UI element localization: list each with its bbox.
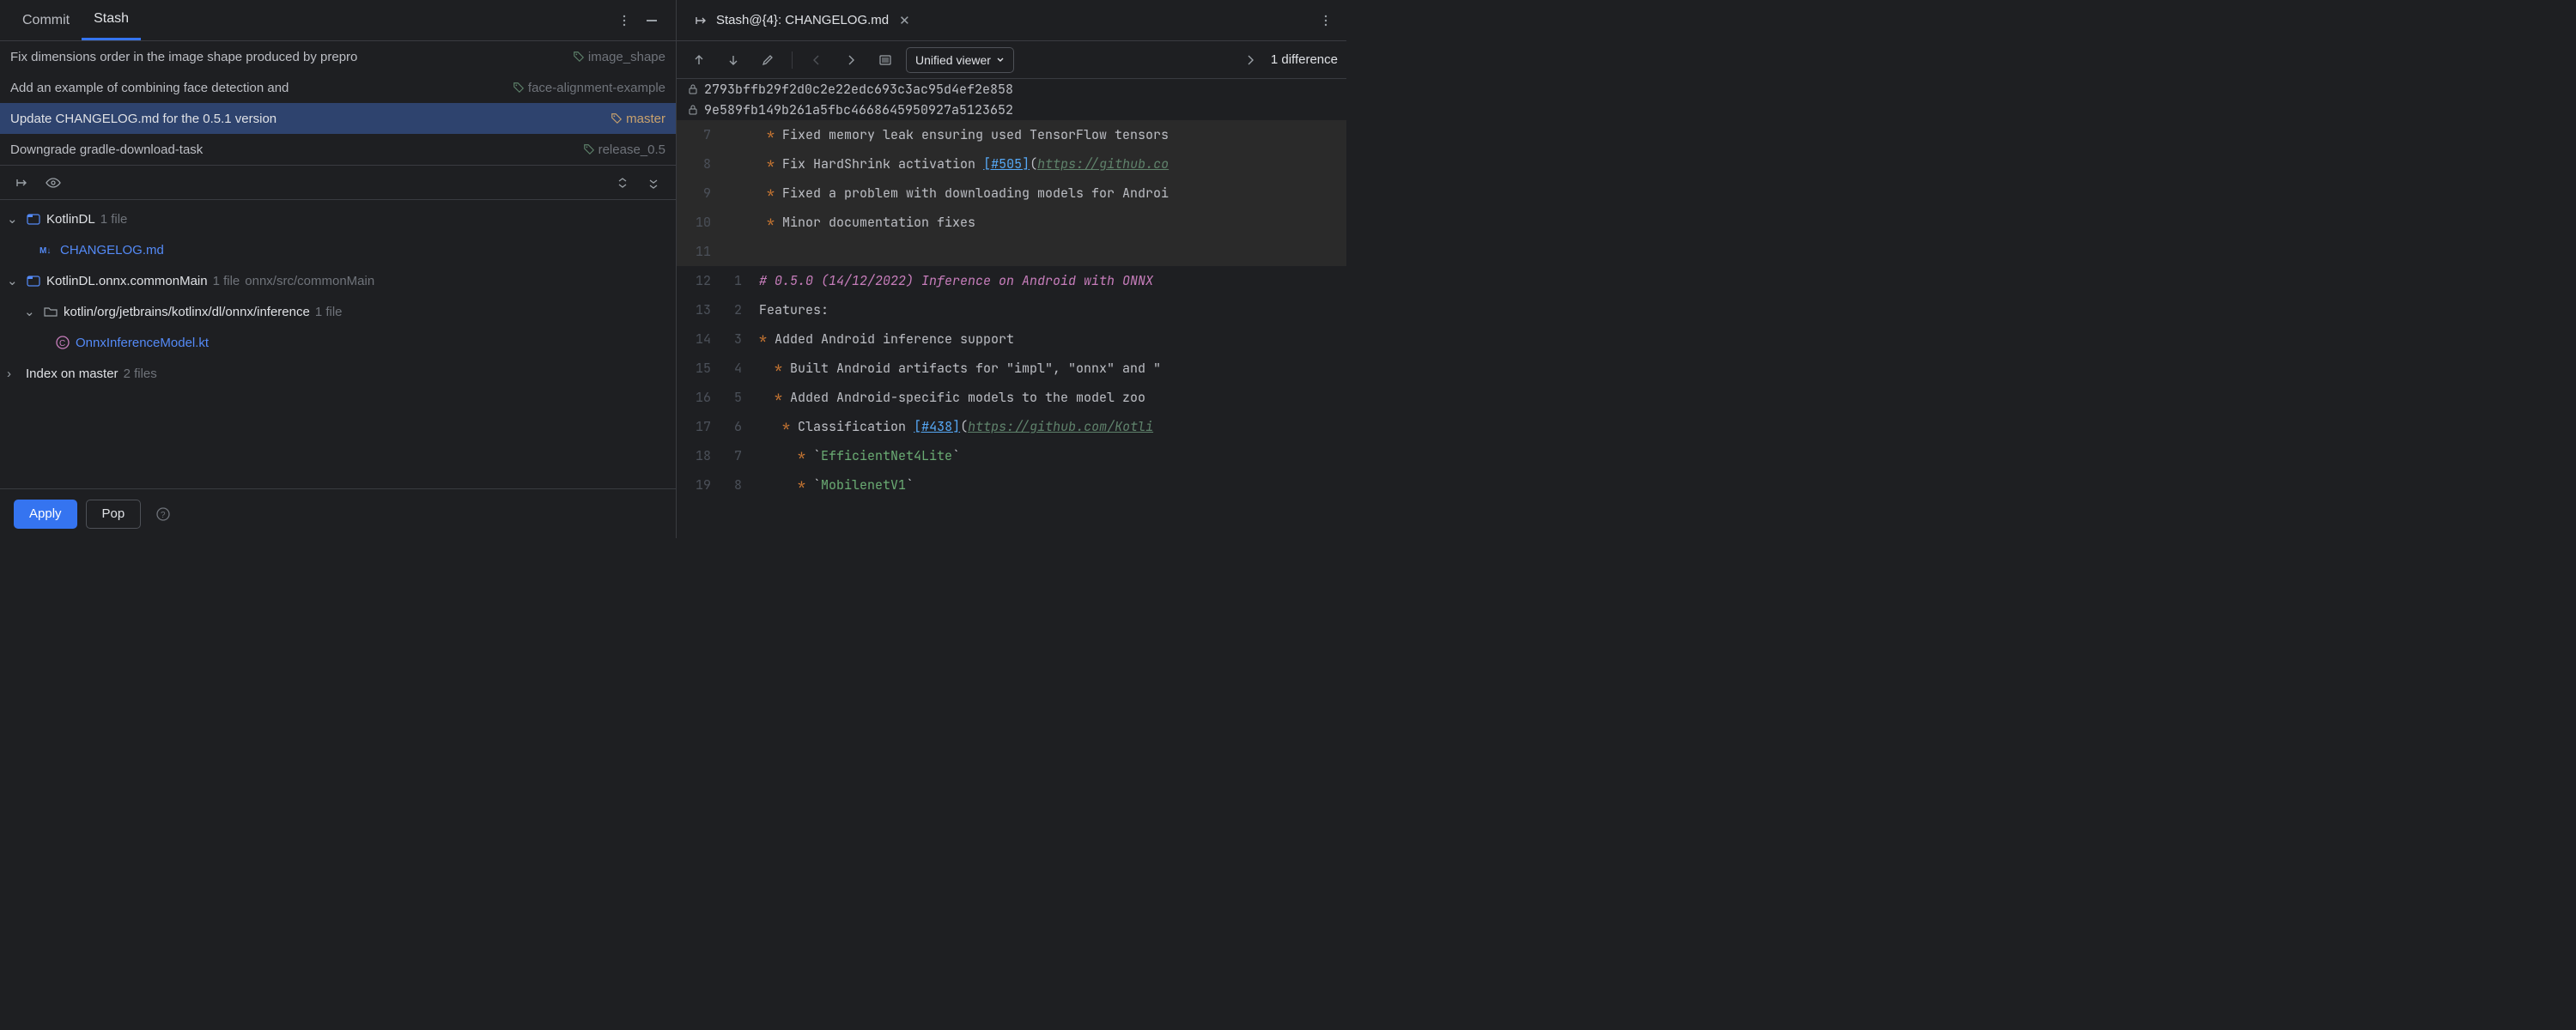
apply-button[interactable]: Apply bbox=[14, 500, 77, 529]
list-icon[interactable] bbox=[872, 46, 899, 74]
more-icon[interactable] bbox=[1312, 7, 1340, 34]
stash-row[interactable]: Fix dimensions order in the image shape … bbox=[0, 41, 676, 72]
stash-actions: Apply Pop ? bbox=[0, 488, 676, 538]
eye-icon[interactable] bbox=[39, 169, 67, 197]
kotlin-class-icon: C bbox=[55, 335, 70, 350]
diff-arrow-icon[interactable] bbox=[9, 169, 36, 197]
tree-file[interactable]: C OnnxInferenceModel.kt bbox=[0, 327, 676, 358]
stash-list: Fix dimensions order in the image shape … bbox=[0, 41, 676, 166]
stash-icon bbox=[694, 13, 709, 28]
chevron-right-icon: › bbox=[7, 367, 21, 381]
minimize-icon[interactable] bbox=[638, 7, 665, 34]
tab-stash[interactable]: Stash bbox=[82, 0, 141, 40]
arrow-up-icon[interactable] bbox=[685, 46, 713, 74]
stash-message: Downgrade gradle-download-task bbox=[10, 142, 583, 157]
tab-commit[interactable]: Commit bbox=[10, 0, 82, 40]
module-icon bbox=[26, 273, 41, 288]
more-icon[interactable] bbox=[611, 7, 638, 34]
edit-icon[interactable] bbox=[754, 46, 781, 74]
vcs-tabs: Commit Stash bbox=[0, 0, 676, 41]
chevron-down-icon bbox=[996, 56, 1005, 64]
module-icon bbox=[26, 211, 41, 227]
changed-files-tree: ⌄ KotlinDL 1 file M↓ CHANGELOG.md ⌄ Kotl… bbox=[0, 200, 676, 488]
svg-text:C: C bbox=[59, 339, 65, 348]
branch-tag: image_shape bbox=[573, 50, 665, 64]
chevron-down-icon: ⌄ bbox=[24, 304, 38, 319]
stash-message: Add an example of combining face detecti… bbox=[10, 81, 513, 95]
files-toolbar bbox=[0, 166, 676, 200]
stash-row[interactable]: Update CHANGELOG.md for the 0.5.1 versio… bbox=[0, 103, 676, 134]
folder-icon bbox=[43, 304, 58, 319]
branch-tag: face-alignment-example bbox=[513, 81, 665, 95]
tree-node[interactable]: ⌄ KotlinDL.onnx.commonMain 1 file onnx/s… bbox=[0, 265, 676, 296]
diff-panel: Stash@{4}: CHANGELOG.md ✕ Unified viewer… bbox=[677, 0, 1346, 538]
lock-icon bbox=[687, 83, 699, 95]
svg-text:M↓: M↓ bbox=[39, 246, 51, 256]
close-icon[interactable]: ✕ bbox=[896, 13, 914, 28]
svg-text:?: ? bbox=[161, 511, 166, 520]
branch-tag: release_0.5 bbox=[583, 142, 665, 157]
stash-message: Update CHANGELOG.md for the 0.5.1 versio… bbox=[10, 112, 611, 126]
lock-icon bbox=[687, 104, 699, 116]
stash-message: Fix dimensions order in the image shape … bbox=[10, 50, 573, 64]
help-icon[interactable]: ? bbox=[149, 500, 177, 528]
tree-folder[interactable]: ⌄ kotlin/org/jetbrains/kotlinx/dl/onnx/i… bbox=[0, 296, 676, 327]
target-revision: 9e589fb149b261a5fbc4668645950927a5123652 bbox=[677, 100, 1346, 120]
pop-button[interactable]: Pop bbox=[86, 500, 142, 529]
diff-toolbar: Unified viewer 1 difference bbox=[677, 41, 1346, 79]
tree-node[interactable]: › Index on master 2 files bbox=[0, 358, 676, 389]
left-panel: Commit Stash Fix dimensions order in the… bbox=[0, 0, 677, 538]
expand-collapse-icon[interactable] bbox=[609, 169, 636, 197]
diff-count: 1 difference bbox=[1271, 52, 1338, 67]
markdown-icon: M↓ bbox=[39, 242, 55, 258]
chevron-down-icon: ⌄ bbox=[7, 211, 21, 227]
tree-node[interactable]: ⌄ KotlinDL 1 file bbox=[0, 203, 676, 234]
nav-back-icon[interactable] bbox=[803, 46, 830, 74]
chevron-down-icon: ⌄ bbox=[7, 273, 21, 288]
editor-tab[interactable]: Stash@{4}: CHANGELOG.md ✕ bbox=[683, 0, 924, 40]
diff-code[interactable]: 7 * Fixed memory leak ensuring used Tens… bbox=[677, 120, 1346, 538]
nav-forward-icon[interactable] bbox=[837, 46, 865, 74]
arrow-down-icon[interactable] bbox=[720, 46, 747, 74]
chevron-right-icon[interactable] bbox=[1236, 46, 1264, 74]
stash-row[interactable]: Downgrade gradle-download-task release_0… bbox=[0, 134, 676, 165]
editor-tabs: Stash@{4}: CHANGELOG.md ✕ bbox=[677, 0, 1346, 41]
tree-file[interactable]: M↓ CHANGELOG.md bbox=[0, 234, 676, 265]
collapse-all-icon[interactable] bbox=[640, 169, 667, 197]
branch-tag: master bbox=[611, 112, 665, 126]
viewer-select[interactable]: Unified viewer bbox=[906, 47, 1014, 73]
stash-row[interactable]: Add an example of combining face detecti… bbox=[0, 72, 676, 103]
base-revision: 2793bffb29f2d0c2e22edc693c3ac95d4ef2e858 bbox=[677, 79, 1346, 100]
